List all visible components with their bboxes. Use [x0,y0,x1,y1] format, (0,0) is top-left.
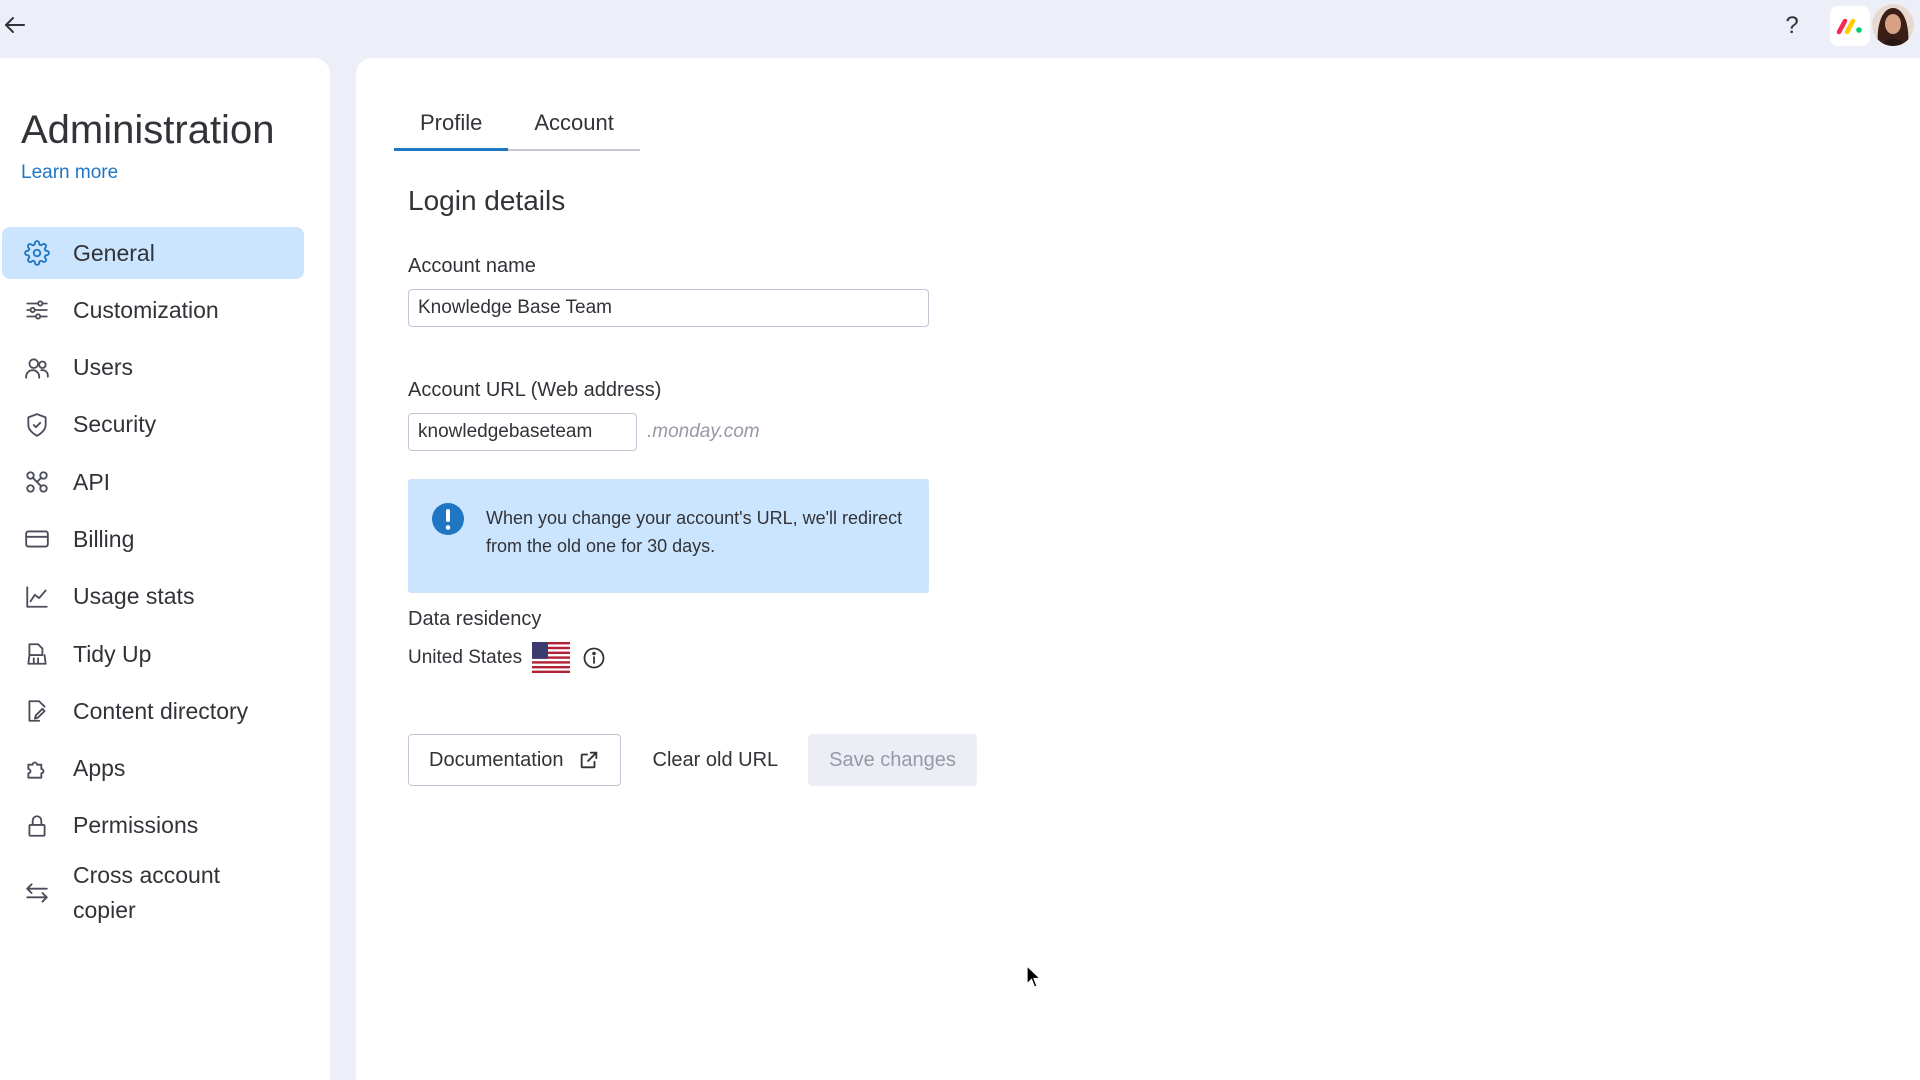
top-bar: ? [0,0,1920,56]
data-residency-value: United States [408,646,523,668]
section-title: Login details [408,185,566,216]
sidebar-item-label: General [73,239,155,266]
puzzle-icon [22,754,52,784]
api-icon [22,467,52,497]
sidebar-item-permissions[interactable]: Permissions [2,800,304,852]
sidebar-item-api[interactable]: API [2,456,304,508]
broom-icon [22,639,52,669]
documentation-button[interactable]: Documentation [408,734,621,786]
account-url-input[interactable] [408,413,637,451]
tab-profile[interactable]: Profile [394,110,509,151]
exclamation-icon [432,503,464,535]
sidebar-item-label: Usage stats [73,583,195,610]
page-title: Administration [21,108,275,152]
documentation-label: Documentation [429,748,564,771]
sidebar-item-label: Permissions [73,812,199,839]
sidebar-item-content-directory[interactable]: Content directory [2,685,304,737]
sidebar-item-usage-stats[interactable]: Usage stats [2,571,304,623]
data-residency-row: United States [408,642,606,673]
info-icon[interactable] [582,646,606,670]
sidebar-item-users[interactable]: Users [2,342,304,394]
tab-bar: Profile Account [394,110,640,151]
monday-logo-icon [1836,18,1862,35]
learn-more-link[interactable]: Learn more [21,162,118,184]
url-suffix: .monday.com [647,421,760,442]
shield-icon [22,410,52,440]
sidebar-item-label: API [73,468,111,495]
sidebar-item-label: Tidy Up [73,640,152,667]
us-flag-icon [532,642,571,673]
users-icon [22,353,52,383]
clear-old-url-button[interactable]: Clear old URL [633,734,799,786]
credit-card-icon [22,524,52,554]
avatar-image-icon [1872,4,1914,46]
account-name-input[interactable] [408,289,929,327]
sidebar-item-apps[interactable]: Apps [2,743,304,795]
sliders-icon [22,295,52,325]
user-avatar[interactable] [1872,4,1914,46]
back-button[interactable] [0,10,30,40]
sidebar-item-label: Apps [73,755,126,782]
external-link-icon [580,751,597,769]
sidebar-item-label: Security [73,411,157,438]
data-residency-label: Data residency [408,608,542,630]
sidebar-item-label: Customization [73,296,219,323]
question-mark-icon: ? [1785,12,1799,39]
sidebar-item-cross-account-copier[interactable]: Cross account copier [2,857,304,929]
sidebar-item-billing[interactable]: Billing [2,513,304,565]
swap-arrows-icon [22,878,52,908]
lock-icon [22,811,52,841]
account-name-label: Account name [408,255,536,277]
url-change-notice: When you change your account's URL, we'l… [408,479,929,593]
tab-account[interactable]: Account [508,110,640,149]
sidebar-item-label: Content directory [73,697,249,724]
sidebar-item-general[interactable]: General [2,227,304,279]
main-panel: Profile Account Login details Account na… [356,58,1920,1080]
gear-icon [22,238,52,268]
admin-sidebar: Administration Learn more General Custom… [0,58,330,1080]
sidebar-nav: General Customization Users Security API [2,227,304,935]
sidebar-item-label: Billing [73,525,135,552]
sidebar-item-label: Cross account copier [73,862,221,924]
mouse-cursor-icon [1026,965,1042,988]
line-chart-icon [22,582,52,612]
document-edit-icon [22,696,52,726]
monday-logo-button[interactable] [1830,6,1870,46]
help-button[interactable]: ? [1776,10,1808,42]
sidebar-item-tidy-up[interactable]: Tidy Up [2,628,304,680]
notice-text: When you change your account's URL, we'l… [486,508,903,556]
account-url-label: Account URL (Web address) [408,379,662,401]
sidebar-item-customization[interactable]: Customization [2,284,304,336]
sidebar-item-label: Users [73,354,134,381]
sidebar-item-security[interactable]: Security [2,399,304,451]
arrow-left-icon [5,17,25,33]
action-buttons: Documentation Clear old URL Save changes [408,734,977,786]
save-changes-button[interactable]: Save changes [808,734,977,786]
